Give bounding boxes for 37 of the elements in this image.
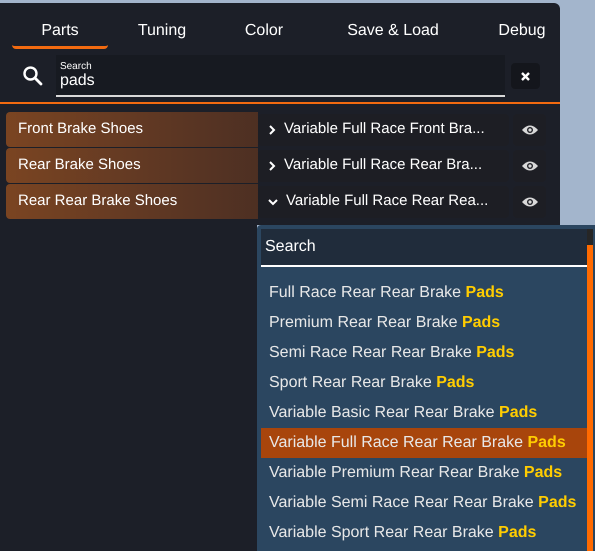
chevron-down-icon	[268, 198, 278, 206]
dropdown-option[interactable]: Variable Semi Race Rear Rear Brake Pads	[261, 488, 587, 518]
part-selector[interactable]: Variable Full Race Front Bra...	[258, 114, 509, 146]
dropdown-option[interactable]: Semi Race Rear Rear Brake Pads	[261, 338, 587, 368]
visibility-button[interactable]	[513, 114, 546, 146]
tab[interactable]: Tuning	[114, 16, 210, 49]
part-slot-label: Rear Rear Brake Shoes	[6, 184, 258, 219]
part-selector[interactable]: Variable Full Race Rear Rea...	[258, 186, 509, 218]
dropdown-option[interactable]: Full Race Rear Rear Brake Pads	[261, 278, 587, 308]
dropdown-option[interactable]: Variable Premium Rear Rear Brake Pads	[261, 458, 587, 488]
chevron-right-icon	[268, 124, 276, 134]
close-icon	[521, 72, 530, 80]
dropdown-option[interactable]: Sport Rear Rear Brake Pads	[261, 368, 587, 398]
search-input[interactable]: pads	[60, 72, 502, 90]
eye-icon	[520, 124, 538, 136]
tab[interactable]: Parts	[12, 16, 108, 49]
part-selector[interactable]: Variable Full Race Rear Bra...	[258, 150, 509, 182]
dropdown-option[interactable]: Variable Basic Rear Rear Brake Pads	[261, 398, 587, 428]
part-slot-label: Front Brake Shoes	[6, 112, 258, 147]
tab[interactable]: Debug	[474, 16, 570, 49]
eye-icon	[520, 196, 538, 208]
dropdown-option[interactable]: Variable Sport Rear Rear Brake Pads	[261, 518, 587, 548]
chevron-right-icon	[268, 160, 276, 170]
visibility-button[interactable]	[513, 150, 546, 182]
part-slot-label: Rear Brake Shoes	[6, 148, 258, 183]
tab[interactable]: Save & Load	[318, 16, 468, 49]
visibility-button[interactable]	[513, 186, 546, 218]
search-icon	[22, 65, 44, 87]
scrollbar-thumb[interactable]	[587, 245, 593, 551]
search-field[interactable]: Search pads	[56, 55, 506, 97]
search-label: Search	[60, 60, 93, 72]
eye-icon	[520, 160, 538, 172]
dropdown-search-field[interactable]: Search	[261, 229, 587, 267]
clear-button[interactable]	[511, 63, 540, 89]
tab[interactable]: Color	[216, 16, 312, 49]
dropdown-option[interactable]: Premium Rear Rear Brake Pads	[261, 308, 587, 338]
dropdown-option[interactable]: Variable Full Race Rear Rear Brake Pads	[261, 428, 587, 458]
